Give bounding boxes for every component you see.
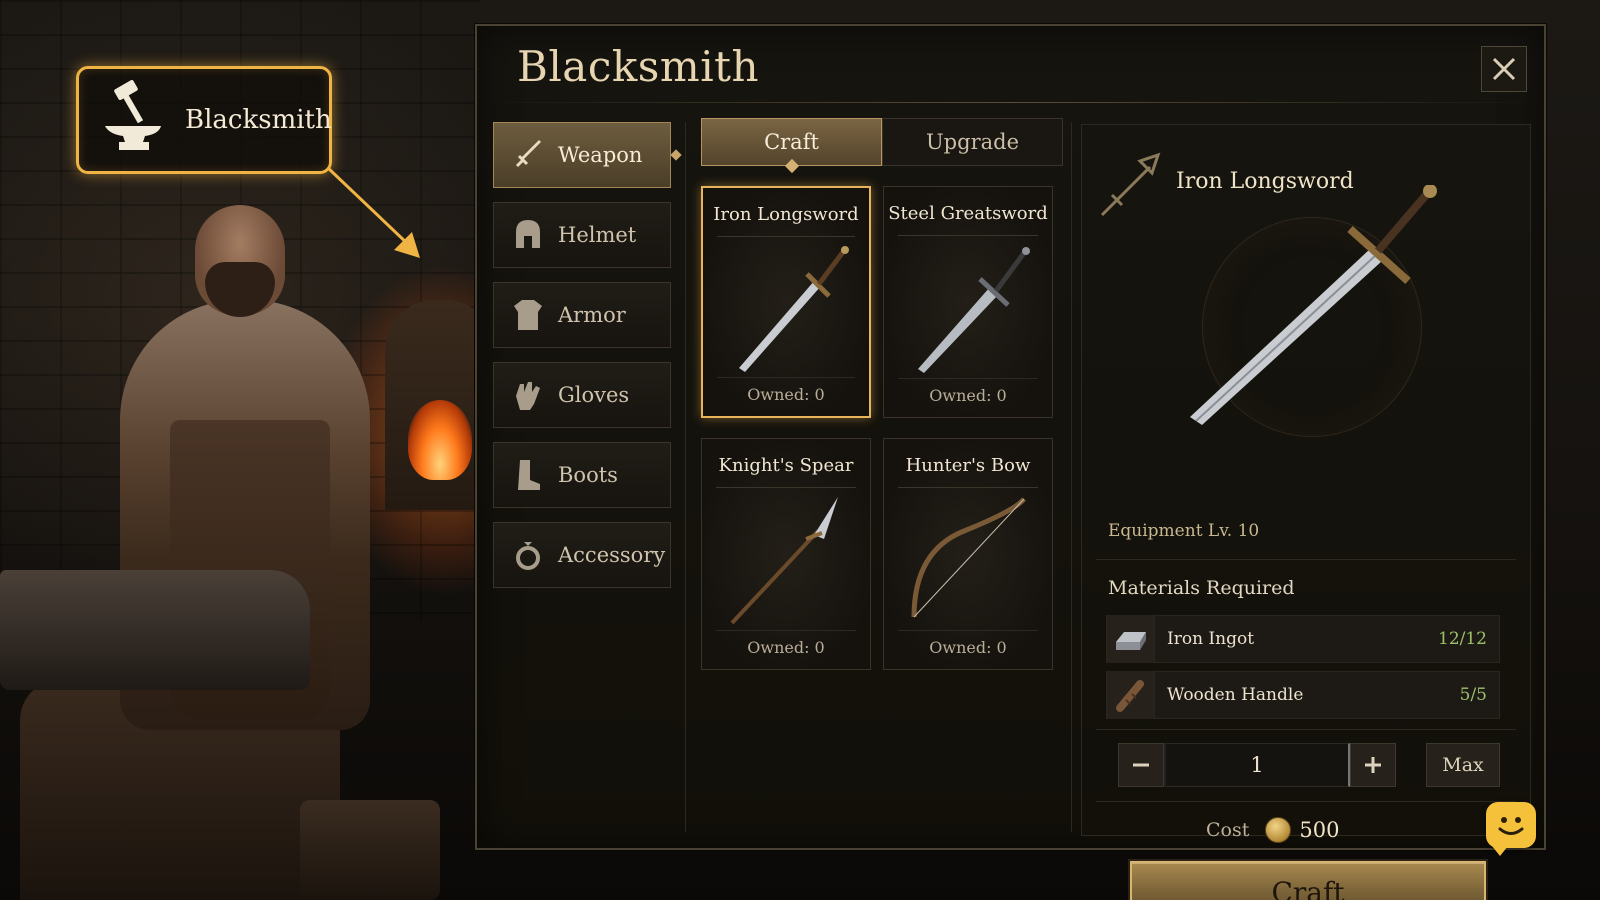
item-name: Hunter's Bow — [905, 455, 1031, 476]
category-label: Weapon — [558, 143, 643, 167]
category-label: Helmet — [558, 223, 637, 247]
item-divider — [716, 487, 856, 488]
category-label: Accessory — [558, 543, 666, 567]
bow-icon — [911, 497, 1026, 618]
detail-divider — [1096, 801, 1516, 802]
boots-icon — [508, 455, 548, 495]
title-divider — [477, 102, 1544, 103]
column-divider — [1071, 122, 1072, 832]
detail-divider — [1096, 729, 1516, 730]
category-list: Weapon Helmet Armor Gloves Boots Accesso… — [493, 122, 673, 602]
item-name: Iron Longsword — [713, 204, 859, 225]
item-owned: Owned: 0 — [747, 638, 825, 657]
gloves-icon — [508, 375, 548, 415]
category-boots[interactable]: Boots — [493, 442, 671, 508]
panel-title: Blacksmith — [517, 42, 760, 91]
equipment-level: Equipment Lv. 10 — [1108, 521, 1260, 541]
forge-fire — [408, 400, 472, 480]
item-name: Steel Greatsword — [888, 203, 1048, 224]
category-weapon[interactable]: Weapon — [493, 122, 671, 188]
craft-button[interactable]: Craft — [1130, 861, 1486, 900]
wooden-handle-icon — [1107, 671, 1155, 719]
longsword-icon — [739, 246, 849, 372]
craft-tabs: Craft Upgrade — [701, 118, 1063, 166]
item-divider — [898, 378, 1038, 379]
tab-craft[interactable]: Craft — [701, 118, 882, 166]
spear-icon — [730, 497, 838, 625]
item-divider — [898, 630, 1038, 631]
gold-coin-icon — [1265, 817, 1292, 843]
hammer-anvil-icon — [99, 80, 169, 160]
material-name: Wooden Handle — [1167, 685, 1304, 705]
cost-label: Cost — [1206, 819, 1250, 841]
decrease-quantity-button[interactable] — [1118, 743, 1164, 787]
plus-icon — [1365, 757, 1381, 773]
longsword-preview-icon — [1190, 185, 1437, 425]
material-qty: 5/5 — [1459, 685, 1487, 705]
item-card-steel-greatsword[interactable]: Steel Greatsword Owned: 0 — [883, 186, 1053, 418]
column-divider — [685, 122, 686, 832]
material-name: Iron Ingot — [1167, 629, 1255, 649]
material-row: Wooden Handle 5/5 — [1106, 671, 1500, 719]
item-divider — [717, 236, 855, 237]
item-card-knights-spear[interactable]: Knight's Spear Owned: 0 — [701, 438, 871, 670]
item-owned: Owned: 0 — [747, 385, 825, 404]
material-row: Iron Ingot 12/12 — [1106, 615, 1500, 663]
armor-icon — [508, 295, 548, 335]
blacksmith-panel: Blacksmith Weapon Helmet Armor Gloves Bo… — [475, 24, 1546, 900]
quantity-input[interactable] — [1164, 743, 1350, 787]
callout-arrow — [326, 166, 420, 258]
blacksmith-callout: Blacksmith — [76, 66, 332, 174]
detail-divider — [1096, 559, 1516, 560]
item-detail-panel: Iron Longsword Equipment Lv. 10 Material… — [1081, 124, 1531, 900]
category-label: Armor — [558, 303, 626, 327]
weapon-class-icon — [1100, 152, 1161, 217]
item-divider — [717, 377, 855, 378]
category-label: Gloves — [558, 383, 630, 407]
item-owned: Owned: 0 — [929, 638, 1007, 657]
anvil — [0, 570, 310, 690]
materials-title: Materials Required — [1108, 577, 1295, 599]
item-divider — [716, 630, 856, 631]
callout-label: Blacksmith — [185, 105, 332, 135]
item-divider — [898, 235, 1038, 236]
tab-upgrade[interactable]: Upgrade — [882, 118, 1063, 166]
max-quantity-button[interactable]: Max — [1426, 743, 1500, 787]
bucket — [300, 800, 440, 900]
smiley-icon — [1498, 817, 1524, 835]
sword-icon — [508, 135, 548, 175]
ring-icon — [508, 535, 548, 575]
item-card-iron-longsword[interactable]: Iron Longsword Owned: 0 — [701, 186, 871, 418]
close-icon — [1492, 57, 1516, 81]
item-name: Knight's Spear — [718, 455, 854, 476]
greatsword-icon — [918, 247, 1030, 373]
category-armor[interactable]: Armor — [493, 282, 671, 348]
cost-row: Cost 500 — [1206, 813, 1339, 847]
category-accessory[interactable]: Accessory — [493, 522, 671, 588]
category-label: Boots — [558, 463, 618, 487]
iron-ingot-icon — [1107, 615, 1155, 663]
chat-support-button[interactable] — [1486, 802, 1536, 856]
close-button[interactable] — [1481, 46, 1527, 92]
quantity-stepper: Max — [1118, 743, 1500, 787]
minus-icon — [1133, 763, 1149, 767]
item-card-hunters-bow[interactable]: Hunter's Bow Owned: 0 — [883, 438, 1053, 670]
item-owned: Owned: 0 — [929, 386, 1007, 405]
material-qty: 12/12 — [1438, 629, 1487, 649]
helmet-icon — [508, 215, 548, 255]
category-gloves[interactable]: Gloves — [493, 362, 671, 428]
category-helmet[interactable]: Helmet — [493, 202, 671, 268]
increase-quantity-button[interactable] — [1350, 743, 1396, 787]
item-divider — [898, 487, 1038, 488]
cost-value: 500 — [1299, 818, 1340, 842]
